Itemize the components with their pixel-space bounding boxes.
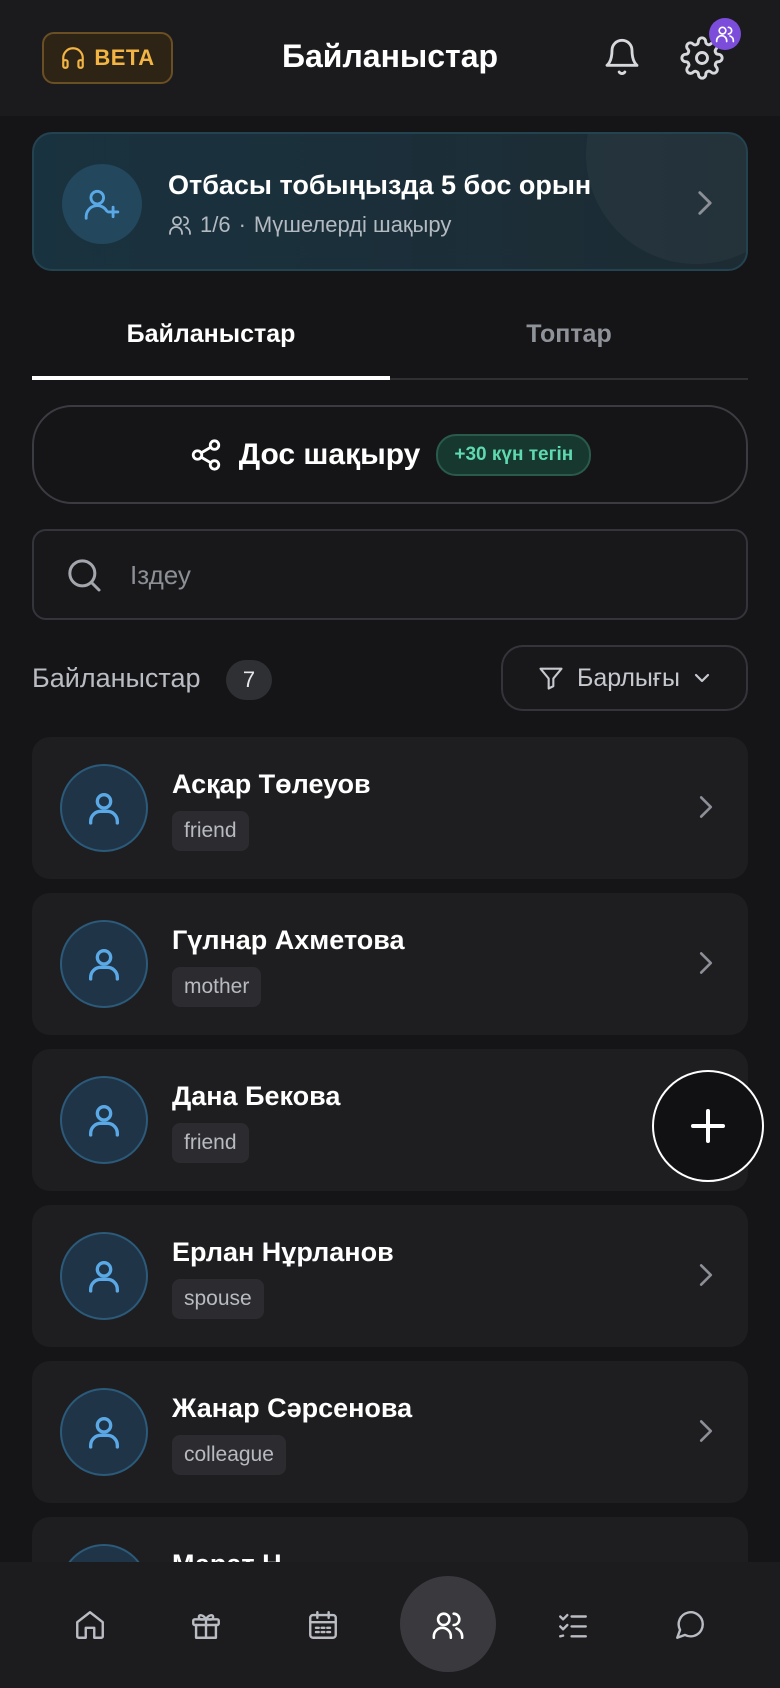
contacts-section-title: Байланыстар <box>32 663 201 693</box>
contact-card[interactable]: Марат Н <box>32 1517 748 1562</box>
users-icon <box>168 213 192 237</box>
banner-decoration <box>586 134 746 264</box>
bottom-navigation <box>0 1562 780 1688</box>
avatar <box>60 1232 148 1320</box>
invite-members-link: Мүшелерді шақыру <box>253 212 452 237</box>
tab-groups[interactable]: Топтар <box>390 320 748 349</box>
add-member-avatar <box>62 164 142 244</box>
nav-chat[interactable] <box>665 1600 715 1650</box>
bell-icon <box>602 36 642 78</box>
nav-contacts[interactable] <box>423 1600 473 1650</box>
contact-name: Ерлан Нұрланов <box>172 1237 394 1267</box>
contacts-icon <box>431 1608 465 1642</box>
contact-card[interactable]: Гүлнар Ахметова mother <box>32 893 748 1035</box>
contact-name: Асқар Төлеуов <box>172 769 371 799</box>
contact-name: Дана Бекова <box>172 1081 341 1111</box>
user-icon <box>84 788 124 828</box>
user-icon <box>84 1412 124 1452</box>
avatar <box>60 1076 148 1164</box>
plus-icon <box>688 1106 728 1146</box>
notifications-button[interactable] <box>602 36 642 78</box>
chevron-right-icon <box>698 795 714 819</box>
users-badge-icon <box>715 24 735 44</box>
free-days-badge: +30 күн тегін <box>436 433 592 476</box>
invite-friend-button[interactable]: Дос шақыру +30 күн тегін <box>32 405 748 504</box>
calendar-icon <box>306 1608 340 1642</box>
avatar <box>60 764 148 852</box>
chevron-right-icon <box>698 951 714 975</box>
share-icon <box>189 438 223 472</box>
relation-tag: colleague <box>172 1435 286 1475</box>
contact-list: Асқар Төлеуов friend Гүлнар Ахметова mot… <box>32 737 748 1562</box>
user-plus-icon <box>83 185 121 223</box>
chevron-right-icon <box>698 1263 714 1287</box>
filter-icon <box>537 664 565 692</box>
avatar <box>60 1388 148 1476</box>
search-input[interactable] <box>130 553 710 597</box>
contact-card[interactable]: Ерлан Нұрланов spouse <box>32 1205 748 1347</box>
contact-card[interactable]: Жанар Сәрсенова colleague <box>32 1361 748 1503</box>
contact-name: Жанар Сәрсенова <box>172 1393 413 1423</box>
separator: · <box>238 212 246 237</box>
tasks-icon <box>556 1608 590 1642</box>
add-contact-button[interactable] <box>652 1070 764 1182</box>
relation-tag: mother <box>172 967 262 1007</box>
search-icon <box>64 555 104 595</box>
chat-icon <box>673 1608 707 1642</box>
avatar <box>60 920 148 1008</box>
filter-dropdown[interactable]: Барлығы <box>501 645 748 711</box>
nav-home[interactable] <box>65 1600 115 1650</box>
nav-calendar[interactable] <box>298 1600 348 1650</box>
user-icon <box>84 944 124 984</box>
tab-contacts[interactable]: Байланыстар <box>32 320 390 349</box>
family-banner-title: Отбасы тобыңызда 5 бос орын <box>168 170 592 200</box>
tabs-bar: Байланыстар Топтар <box>32 300 748 380</box>
user-icon <box>84 1256 124 1296</box>
user-icon <box>84 1100 124 1140</box>
relation-tag: friend <box>172 811 249 851</box>
gift-icon <box>189 1608 223 1642</box>
contact-name: Марат Н <box>172 1549 282 1562</box>
contacts-count-badge: 7 <box>226 660 272 700</box>
family-group-banner[interactable]: Отбасы тобыңызда 5 бос орын 1/6 · Мүшеле… <box>32 132 748 271</box>
home-icon <box>73 1608 107 1642</box>
relation-tag: spouse <box>172 1279 264 1319</box>
nav-tasks[interactable] <box>548 1600 598 1650</box>
avatar <box>60 1544 148 1562</box>
active-tab-indicator <box>32 376 390 380</box>
search-box <box>32 529 748 620</box>
family-banner-subtitle: 1/6 · Мүшелерді шақыру <box>168 212 451 238</box>
chevron-right-icon <box>696 190 714 216</box>
contact-card[interactable]: Дана Бекова friend <box>32 1049 748 1191</box>
chevron-down-icon <box>692 668 712 688</box>
nav-gifts[interactable] <box>181 1600 231 1650</box>
app-header: BETA Байланыстар <box>0 0 780 116</box>
family-badge[interactable] <box>709 18 741 50</box>
member-count: 1/6 <box>200 212 231 237</box>
chevron-right-icon <box>698 1419 714 1443</box>
relation-tag: friend <box>172 1123 249 1163</box>
filter-label: Барлығы <box>576 663 680 692</box>
contact-name: Гүлнар Ахметова <box>172 925 405 955</box>
contact-card[interactable]: Асқар Төлеуов friend <box>32 737 748 879</box>
page-title: Байланыстар <box>281 38 499 74</box>
invite-friend-label: Дос шақыру <box>238 437 421 471</box>
